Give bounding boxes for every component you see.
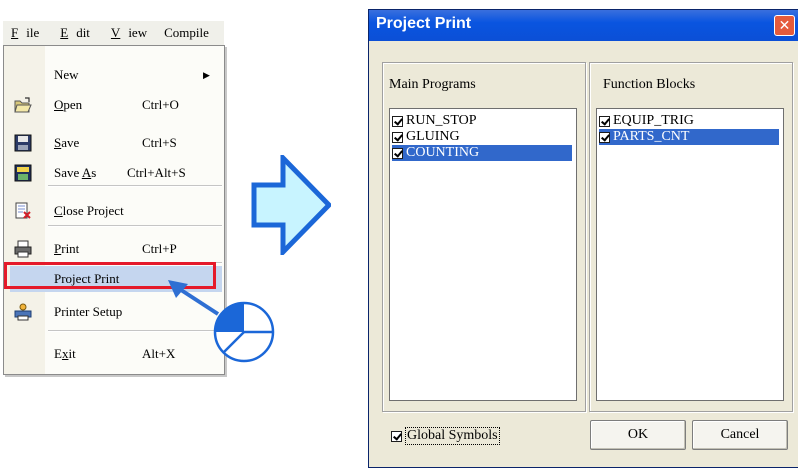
step-pie-indicator-icon	[213, 301, 275, 363]
ok-button[interactable]: OK	[590, 420, 686, 450]
menu-item-open[interactable]: Open Ctrl+O	[4, 92, 224, 118]
list-item[interactable]: EQUIP_TRIG	[599, 113, 694, 129]
list-item[interactable]: RUN_STOP	[392, 113, 477, 129]
menu-item-label: Print	[54, 241, 80, 256]
close-project-icon	[15, 202, 31, 219]
printer-setup-icon	[14, 303, 32, 321]
menu-item-shortcut: Ctrl+P	[142, 241, 177, 256]
global-symbols-label: Global Symbols	[405, 427, 500, 445]
printer-icon	[14, 240, 32, 258]
menu-item-close-project[interactable]: Close Project	[4, 198, 224, 224]
menu-item-shortcut: Ctrl+Alt+S	[127, 165, 186, 180]
menu-separator	[48, 225, 222, 227]
save-as-icon	[14, 164, 32, 182]
checkbox[interactable]	[392, 115, 403, 127]
menu-bar: File Edit View Compile	[3, 20, 224, 46]
list-item[interactable]: GLUING	[392, 129, 460, 145]
menu-item-label: Open	[54, 97, 83, 112]
list-item-selected[interactable]: COUNTING	[392, 145, 572, 161]
menu-item-shortcut: Ctrl+S	[142, 135, 177, 150]
dialog-title: Project Print	[376, 15, 472, 32]
cancel-button-label: Cancel	[720, 427, 760, 442]
checkbox[interactable]	[392, 147, 403, 159]
menu-item-label: Exit	[54, 346, 76, 361]
main-programs-group: Main Programs RUN_STOP GLUING COUNTING	[382, 62, 586, 412]
list-item-label: COUNTING	[406, 145, 480, 160]
menu-file[interactable]: File	[3, 25, 47, 41]
menu-item-label: Save As	[54, 165, 97, 180]
close-icon: ✕	[778, 17, 791, 34]
menu-item-shortcut: Alt+X	[142, 346, 176, 361]
menu-compile[interactable]: Compile	[155, 25, 217, 41]
checkbox[interactable]	[392, 131, 403, 143]
function-blocks-list[interactable]: EQUIP_TRIG PARTS_CNT	[596, 108, 784, 401]
menu-view[interactable]: View	[98, 25, 155, 41]
menu-item-print[interactable]: Print Ctrl+P	[4, 236, 224, 262]
menu-item-new[interactable]: New ▶	[4, 62, 224, 88]
menu-item-shortcut: Ctrl+O	[142, 97, 179, 112]
open-folder-icon	[14, 97, 32, 113]
close-button[interactable]: ✕	[774, 15, 795, 36]
menu-edit[interactable]: Edit	[47, 25, 98, 41]
menu-item-label: New	[54, 67, 79, 82]
function-blocks-label: Function Blocks	[603, 77, 696, 92]
list-item-selected[interactable]: PARTS_CNT	[599, 129, 779, 145]
list-item-label: GLUING	[406, 129, 460, 144]
menu-item-label: Close Project	[54, 203, 124, 218]
main-programs-label: Main Programs	[389, 77, 476, 92]
cancel-button[interactable]: Cancel	[692, 420, 788, 450]
menu-item-save[interactable]: Save Ctrl+S	[4, 130, 224, 156]
dialog-titlebar[interactable]: Project Print ✕	[369, 10, 798, 41]
menu-item-label: Printer Setup	[54, 304, 123, 319]
project-print-dialog: Project Print ✕ Main Programs RUN_STOP G…	[368, 9, 798, 468]
floppy-disk-icon	[14, 134, 32, 152]
menu-item-label: Save	[54, 135, 80, 150]
submenu-arrow-icon: ▶	[203, 69, 210, 80]
main-programs-list[interactable]: RUN_STOP GLUING COUNTING	[389, 108, 577, 401]
menu-item-save-as[interactable]: Save As Ctrl+Alt+S	[4, 160, 224, 186]
list-item-label: EQUIP_TRIG	[613, 113, 694, 128]
global-symbols-checkbox[interactable]: Global Symbols	[391, 427, 500, 445]
menu-item-exit[interactable]: Exit Alt+X	[4, 341, 224, 367]
menu-separator	[48, 185, 222, 187]
checkbox[interactable]	[391, 430, 402, 442]
checkbox[interactable]	[599, 131, 610, 143]
flow-arrow-icon	[251, 155, 331, 255]
checkbox[interactable]	[599, 115, 610, 127]
ok-button-label: OK	[627, 427, 649, 442]
list-item-label: RUN_STOP	[406, 113, 477, 128]
function-blocks-group: Function Blocks EQUIP_TRIG PARTS_CNT	[589, 62, 793, 412]
list-item-label: PARTS_CNT	[613, 129, 690, 144]
